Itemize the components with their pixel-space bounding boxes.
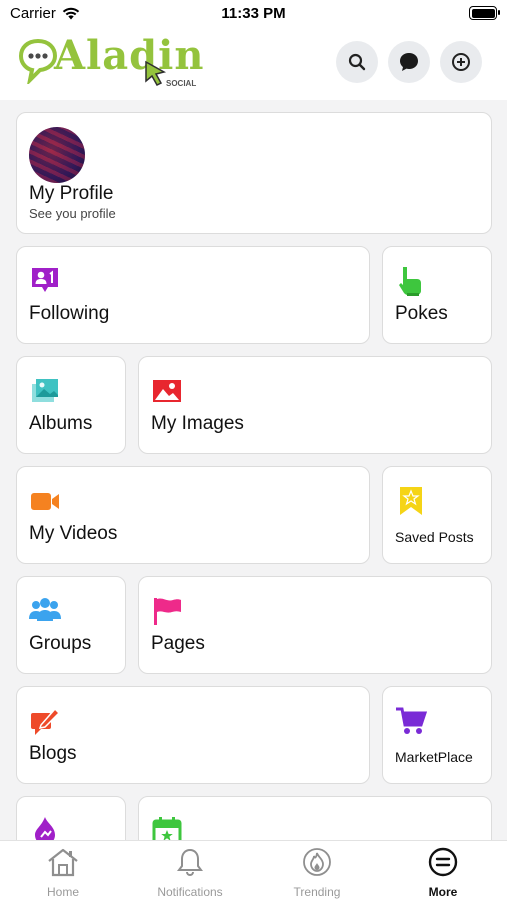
- menu-item-following[interactable]: Following: [16, 246, 370, 344]
- tab-trending[interactable]: Trending: [254, 847, 380, 899]
- more-menu-grid: My Profile See you profile Following Pok…: [0, 100, 507, 840]
- chat-bubble-icon: [400, 53, 418, 71]
- menu-item-label: My Images: [151, 413, 244, 434]
- photo-stack-icon: [32, 379, 58, 402]
- battery-icon: [469, 6, 500, 20]
- menu-item-label: Pokes: [395, 303, 448, 324]
- profile-subtitle: See you profile: [29, 206, 116, 221]
- pointing-hand-icon: [399, 267, 421, 296]
- messages-button[interactable]: [388, 41, 430, 83]
- menu-item-label: Albums: [29, 413, 93, 434]
- tab-label: Home: [46, 885, 79, 899]
- menu-item-label: Pages: [151, 633, 205, 654]
- menu-item-albums[interactable]: Albums: [16, 356, 126, 454]
- users-group-icon: [29, 598, 61, 621]
- tab-notifications[interactable]: Notifications: [127, 847, 253, 899]
- search-icon: [348, 53, 366, 71]
- create-button[interactable]: [440, 41, 482, 83]
- menu-item-pokes[interactable]: Pokes: [382, 246, 492, 344]
- add-circle-icon: [452, 53, 470, 71]
- menu-item-pages[interactable]: Pages: [138, 576, 492, 674]
- menu-circle-icon: [428, 847, 458, 877]
- clock: 11:33 PM: [221, 5, 286, 22]
- profile-title: My Profile: [29, 183, 114, 204]
- menu-item-label: Following: [29, 303, 110, 324]
- logo-text: Aladin: [54, 32, 205, 79]
- menu-item-saved-posts[interactable]: Saved Posts: [382, 466, 492, 564]
- tab-label: More: [428, 885, 458, 899]
- tab-label: Notifications: [157, 885, 223, 899]
- menu-item-label: Groups: [29, 633, 92, 654]
- shopping-cart-icon: [396, 707, 427, 734]
- logo-cursor-icon: [145, 60, 167, 86]
- menu-item-partial-2[interactable]: [138, 796, 492, 840]
- menu-item-label: Blogs: [29, 743, 77, 764]
- logo-subtitle: SOCIAL: [166, 79, 197, 88]
- menu-item-my-videos[interactable]: My Videos: [16, 466, 370, 564]
- flag-icon: [154, 598, 181, 625]
- menu-item-blogs[interactable]: Blogs: [16, 686, 370, 784]
- app-logo[interactable]: Aladin SOCIAL: [18, 32, 203, 92]
- menu-item-label: My Videos: [29, 523, 118, 544]
- flame-icon: [303, 848, 331, 876]
- bottom-tab-bar: Home Notifications Trending More: [0, 840, 507, 900]
- flame-rising-icon: [35, 817, 55, 840]
- menu-item-my-images[interactable]: My Images: [138, 356, 492, 454]
- image-icon: [153, 380, 181, 402]
- menu-item-marketplace[interactable]: MarketPlace: [382, 686, 492, 784]
- video-camera-icon: [31, 493, 59, 510]
- menu-item-groups[interactable]: Groups: [16, 576, 126, 674]
- edit-pencil-icon: [31, 707, 61, 735]
- bookmark-star-icon: [400, 487, 422, 515]
- menu-item-partial-1[interactable]: [16, 796, 126, 840]
- avatar: [29, 127, 85, 183]
- bell-icon: [177, 848, 203, 877]
- status-bar: Carrier 11:33 PM: [0, 0, 507, 28]
- tab-more[interactable]: More: [380, 847, 506, 899]
- tab-label: Trending: [293, 885, 341, 899]
- tab-home[interactable]: Home: [0, 847, 126, 899]
- menu-item-label: Saved Posts: [395, 529, 474, 545]
- menu-item-label: MarketPlace: [395, 749, 473, 765]
- search-button[interactable]: [336, 41, 378, 83]
- user-badge-icon: [32, 268, 58, 292]
- logo-chat-bubble-icon: [18, 38, 58, 84]
- profile-card[interactable]: My Profile See you profile: [16, 112, 492, 234]
- calendar-star-icon: [152, 817, 182, 840]
- app-header: Aladin SOCIAL: [0, 28, 507, 100]
- home-icon: [48, 848, 78, 877]
